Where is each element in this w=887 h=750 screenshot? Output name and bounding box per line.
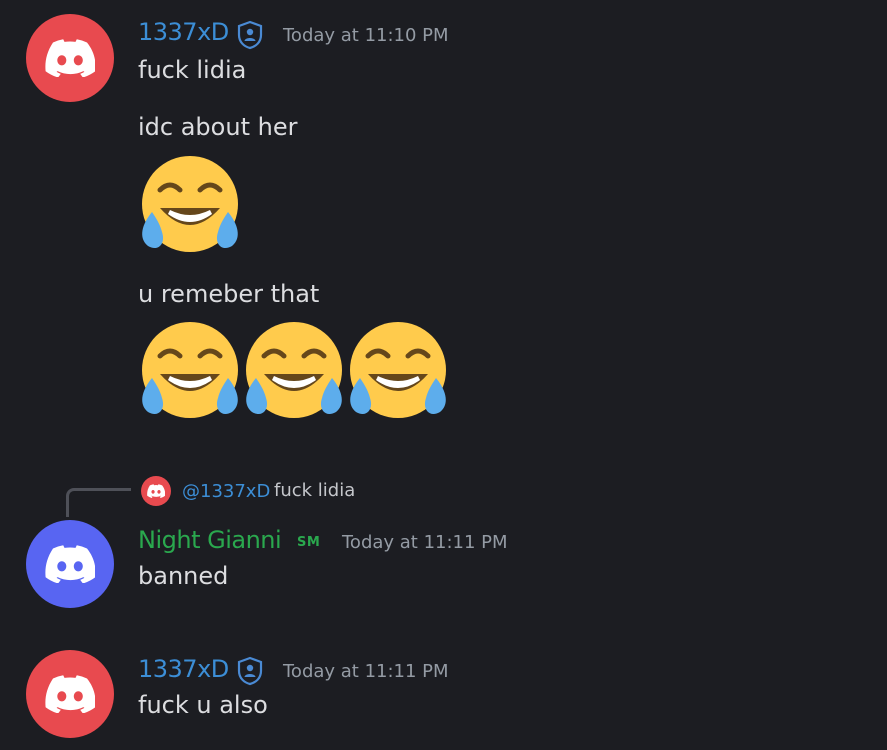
avatar-night-gianni[interactable] <box>26 520 114 608</box>
message-text: u remeber that <box>138 280 320 308</box>
role-tag[interactable]: SM <box>297 535 320 550</box>
avatar-1337xd[interactable] <box>26 14 114 102</box>
discord-logo-icon <box>45 675 95 713</box>
timestamp[interactable]: Today at 11:11 PM <box>283 661 449 682</box>
reply-mention[interactable]: @1337xD <box>182 481 270 502</box>
discord-logo-icon <box>45 545 95 583</box>
avatar-1337xd[interactable] <box>26 650 114 738</box>
face-with-tears-of-joy-emoji <box>350 322 446 418</box>
face-with-tears-of-joy-emoji <box>142 322 238 418</box>
username[interactable]: Night Gianni <box>138 526 282 554</box>
username[interactable]: 1337xD <box>138 655 229 683</box>
discord-logo-icon <box>45 39 95 77</box>
reply-preview-text[interactable]: fuck lidia <box>274 480 355 501</box>
message-text: fuck lidia <box>138 56 247 84</box>
message-text: idc about her <box>138 113 298 141</box>
username[interactable]: 1337xD <box>138 18 229 46</box>
reply-avatar[interactable] <box>141 476 171 506</box>
message-text: banned <box>138 562 229 590</box>
shield-badge-icon[interactable] <box>236 656 264 686</box>
shield-badge-icon[interactable] <box>236 20 264 50</box>
timestamp[interactable]: Today at 11:10 PM <box>283 25 449 46</box>
chat-messages: 1337xD Today at 11:10 PM fuck lidia idc … <box>0 0 887 750</box>
message-text: fuck u also <box>138 691 268 719</box>
reply-connector <box>66 488 131 517</box>
timestamp[interactable]: Today at 11:11 PM <box>342 532 508 553</box>
face-with-tears-of-joy-emoji <box>142 156 238 252</box>
face-with-tears-of-joy-emoji <box>246 322 342 418</box>
discord-logo-icon <box>147 484 165 498</box>
